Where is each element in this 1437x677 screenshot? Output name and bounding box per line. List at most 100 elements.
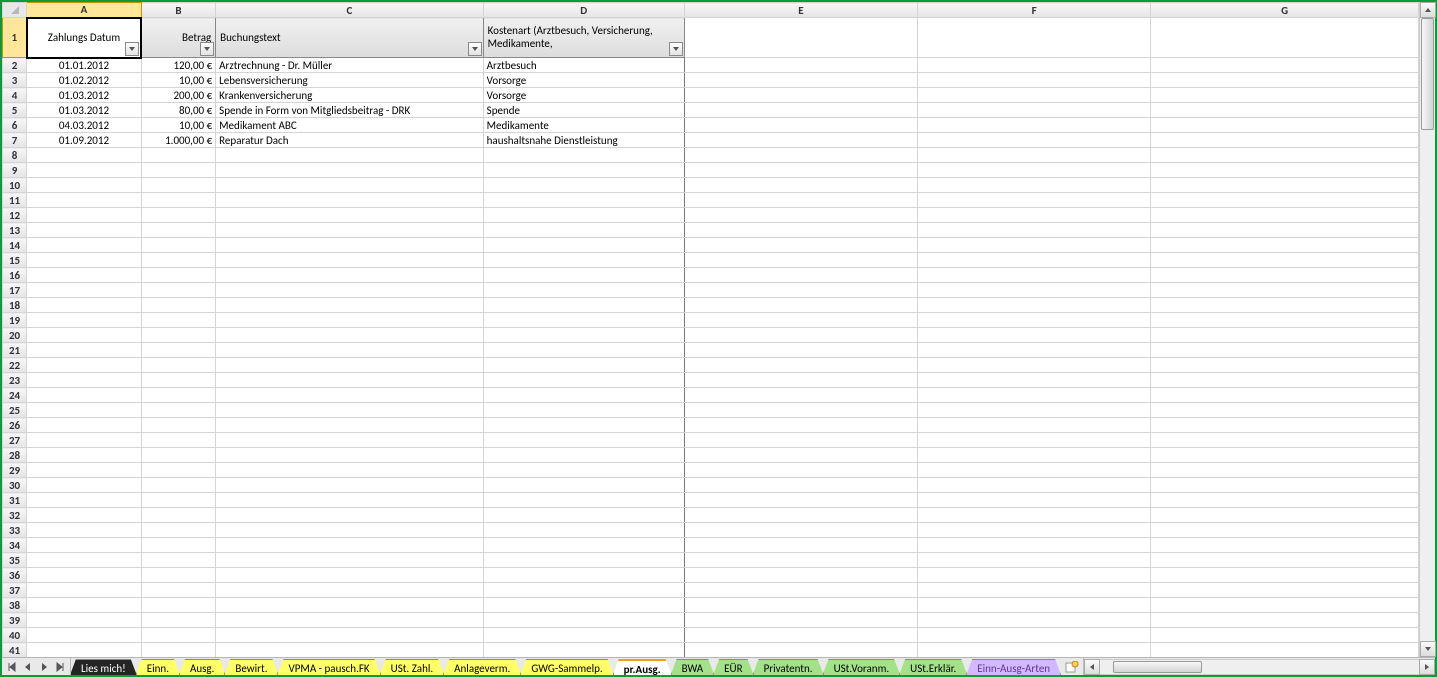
cell-B34[interactable]	[141, 538, 215, 553]
cell-G19[interactable]	[1151, 313, 1418, 328]
cell-B2[interactable]: 120,00 €	[141, 58, 215, 73]
cell-D23[interactable]	[483, 373, 684, 388]
cell-F22[interactable]	[918, 358, 1151, 373]
cell-B39[interactable]	[141, 613, 215, 628]
cell-C3[interactable]: Lebensversicherung	[216, 73, 483, 88]
cell-F23[interactable]	[918, 373, 1151, 388]
cell-A37[interactable]	[27, 583, 142, 598]
cell-C4[interactable]: Krankenversicherung	[216, 88, 483, 103]
cell-G40[interactable]	[1151, 628, 1418, 643]
cell-A33[interactable]	[27, 523, 142, 538]
filter-dropdown-button[interactable]	[125, 42, 139, 56]
cell-F7[interactable]	[918, 133, 1151, 148]
cell-B28[interactable]	[141, 448, 215, 463]
cell-E31[interactable]	[684, 493, 917, 508]
cell-G38[interactable]	[1151, 598, 1418, 613]
row-header-36[interactable]: 36	[3, 568, 27, 583]
cell-G10[interactable]	[1151, 178, 1418, 193]
sheet-tab[interactable]: VPMA - pausch.FK	[277, 659, 380, 675]
cell-B20[interactable]	[141, 328, 215, 343]
cell-A31[interactable]	[27, 493, 142, 508]
row-header-35[interactable]: 35	[3, 553, 27, 568]
cell-E34[interactable]	[684, 538, 917, 553]
cell-C32[interactable]	[216, 508, 483, 523]
scroll-right-button[interactable]	[1419, 659, 1435, 675]
row-header-32[interactable]: 32	[3, 508, 27, 523]
cell-C24[interactable]	[216, 388, 483, 403]
cell-E3[interactable]	[684, 73, 917, 88]
cell-D11[interactable]	[483, 193, 684, 208]
cell-D27[interactable]	[483, 433, 684, 448]
cell-F15[interactable]	[918, 253, 1151, 268]
sheet-tab[interactable]: GWG-Sammelp.	[520, 659, 613, 675]
column-header-A[interactable]: A	[27, 3, 142, 18]
cell-D21[interactable]	[483, 343, 684, 358]
cell-G3[interactable]	[1151, 73, 1418, 88]
header-cell-B[interactable]: Betrag	[141, 18, 215, 58]
row-header-23[interactable]: 23	[3, 373, 27, 388]
cell-B23[interactable]	[141, 373, 215, 388]
cell-B13[interactable]	[141, 223, 215, 238]
cell-D29[interactable]	[483, 463, 684, 478]
cell-A34[interactable]	[27, 538, 142, 553]
cell-E20[interactable]	[684, 328, 917, 343]
cell-G26[interactable]	[1151, 418, 1418, 433]
cell-E26[interactable]	[684, 418, 917, 433]
cell-G30[interactable]	[1151, 478, 1418, 493]
vertical-scrollbar[interactable]	[1419, 2, 1435, 657]
cell-A14[interactable]	[27, 238, 142, 253]
cell-G27[interactable]	[1151, 433, 1418, 448]
cell-C37[interactable]	[216, 583, 483, 598]
cell-B19[interactable]	[141, 313, 215, 328]
cell-E35[interactable]	[684, 553, 917, 568]
row-header-3[interactable]: 3	[3, 73, 27, 88]
cell-A25[interactable]	[27, 403, 142, 418]
cell-G5[interactable]	[1151, 103, 1418, 118]
cell-D35[interactable]	[483, 553, 684, 568]
cell-D16[interactable]	[483, 268, 684, 283]
cell-G14[interactable]	[1151, 238, 1418, 253]
cell-F28[interactable]	[918, 448, 1151, 463]
cell-F26[interactable]	[918, 418, 1151, 433]
sheet-tab[interactable]: pr.Ausg.	[613, 659, 672, 675]
cell-C21[interactable]	[216, 343, 483, 358]
cell-C25[interactable]	[216, 403, 483, 418]
cell-D38[interactable]	[483, 598, 684, 613]
insert-sheet-button[interactable]	[1061, 658, 1083, 675]
sheet-tab[interactable]: USt. Zahl.	[380, 659, 445, 675]
cell-F6[interactable]	[918, 118, 1151, 133]
cell-G36[interactable]	[1151, 568, 1418, 583]
cell-B29[interactable]	[141, 463, 215, 478]
cell-E19[interactable]	[684, 313, 917, 328]
cell-G33[interactable]	[1151, 523, 1418, 538]
filter-dropdown-button[interactable]	[200, 42, 214, 56]
cell-C5[interactable]: Spende in Form von Mitgliedsbeitrag - DR…	[216, 103, 483, 118]
cell-D4[interactable]: Vorsorge	[483, 88, 684, 103]
cell-B6[interactable]: 10,00 €	[141, 118, 215, 133]
sheet-tab[interactable]: USt.Erklär.	[899, 659, 967, 675]
row-header-25[interactable]: 25	[3, 403, 27, 418]
sheet-tab[interactable]: Bewirt.	[224, 659, 278, 675]
cell-E12[interactable]	[684, 208, 917, 223]
tab-nav-prev-button[interactable]	[20, 659, 36, 675]
cell-A35[interactable]	[27, 553, 142, 568]
row-header-16[interactable]: 16	[3, 268, 27, 283]
cell-E36[interactable]	[684, 568, 917, 583]
cell-C35[interactable]	[216, 553, 483, 568]
cell-B12[interactable]	[141, 208, 215, 223]
cell-C28[interactable]	[216, 448, 483, 463]
row-header-24[interactable]: 24	[3, 388, 27, 403]
cell-F29[interactable]	[918, 463, 1151, 478]
cell-E8[interactable]	[684, 148, 917, 163]
cell-B24[interactable]	[141, 388, 215, 403]
cell-G28[interactable]	[1151, 448, 1418, 463]
cell-G4[interactable]	[1151, 88, 1418, 103]
cell-D28[interactable]	[483, 448, 684, 463]
column-header-C[interactable]: C	[216, 3, 483, 18]
cell-D40[interactable]	[483, 628, 684, 643]
cell-A16[interactable]	[27, 268, 142, 283]
cell-G16[interactable]	[1151, 268, 1418, 283]
cell-F33[interactable]	[918, 523, 1151, 538]
cell-F36[interactable]	[918, 568, 1151, 583]
cell-E24[interactable]	[684, 388, 917, 403]
